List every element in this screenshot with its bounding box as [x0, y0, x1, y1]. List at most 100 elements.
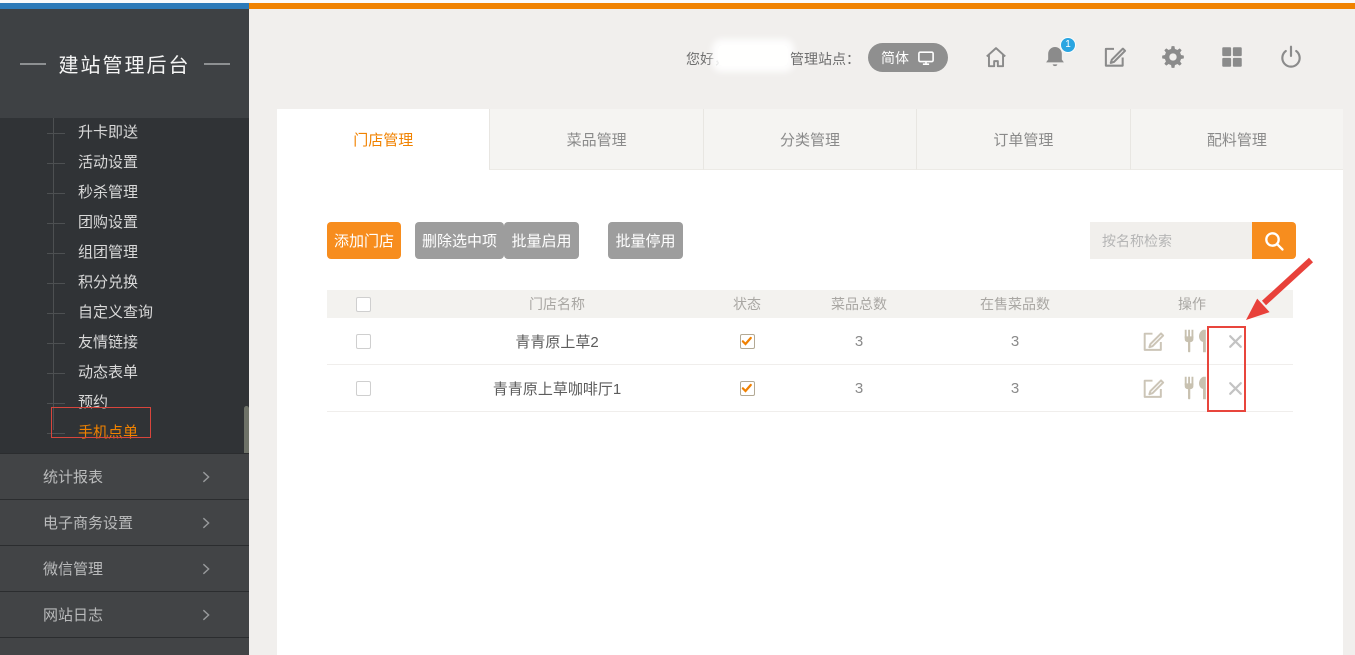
sidebar-item-card-gift[interactable]: 升卡即送	[0, 118, 249, 148]
status-checkbox[interactable]	[740, 381, 755, 396]
col-header-total: 菜品总数	[779, 294, 939, 314]
sidebar: 建站管理后台 升卡即送 活动设置 秒杀管理 团购设置 组团管理 积分兑换 自定义…	[0, 9, 249, 655]
monitor-icon	[917, 50, 935, 66]
tab-bar: 门店管理 菜品管理 分类管理 订单管理 配料管理	[277, 109, 1343, 170]
main-panel: 门店管理 菜品管理 分类管理 订单管理 配料管理 添加门店 删除选中项 批量启用…	[277, 109, 1343, 655]
magnifier-icon	[1262, 229, 1286, 253]
batch-disable-button[interactable]: 批量停用	[608, 222, 683, 259]
sidebar-item-label: 动态表单	[78, 364, 138, 381]
tab-label: 订单管理	[993, 129, 1053, 150]
sidebar-item-dynform[interactable]: 动态表单	[0, 358, 249, 388]
batch-enable-button[interactable]: 批量启用	[504, 222, 579, 259]
tab-ingredient-management[interactable]: 配料管理	[1130, 109, 1343, 170]
search-button[interactable]	[1252, 222, 1296, 259]
tab-label: 配料管理	[1207, 129, 1267, 150]
row-checkbox[interactable]	[356, 381, 371, 396]
onsale-dishes: 3	[939, 333, 1091, 350]
select-all-checkbox[interactable]	[356, 297, 371, 312]
sidebar-item-label: 组团管理	[78, 244, 138, 261]
sidebar-section-wechat[interactable]: 微信管理	[0, 546, 249, 592]
utensils-icon[interactable]	[1181, 374, 1211, 402]
sidebar-section-sitelog[interactable]: 网站日志	[0, 592, 249, 638]
tab-store-management[interactable]: 门店管理	[277, 109, 489, 170]
site-label: 管理站点：	[790, 49, 860, 69]
tab-content: 添加门店 删除选中项 批量启用 批量停用 门店名称 状态 菜品总数 在售菜品数 …	[277, 170, 1343, 655]
sidebar-section-ecommerce[interactable]: 电子商务设置	[0, 500, 249, 546]
row-checkbox[interactable]	[356, 334, 371, 349]
sidebar-item-points[interactable]: 积分兑换	[0, 268, 249, 298]
edit-icon[interactable]	[1140, 376, 1165, 401]
store-name: 青青原上草咖啡厅1	[399, 378, 715, 399]
tab-dish-management[interactable]: 菜品管理	[489, 109, 702, 170]
section-label: 统计报表	[43, 466, 103, 487]
total-dishes: 3	[779, 333, 939, 350]
sidebar-header: 建站管理后台	[0, 9, 249, 118]
delete-x-icon[interactable]	[1227, 380, 1244, 397]
delete-selected-button[interactable]: 删除选中项	[415, 222, 504, 259]
store-table: 门店名称 状态 菜品总数 在售菜品数 操作 青青原上草2 3 3	[327, 290, 1293, 412]
sidebar-item-label: 活动设置	[78, 154, 138, 171]
sidebar-submenu: 升卡即送 活动设置 秒杀管理 团购设置 组团管理 积分兑换 自定义查询 友情链接…	[0, 118, 249, 449]
sidebar-item-customquery[interactable]: 自定义查询	[0, 298, 249, 328]
title-dash-right	[204, 63, 230, 65]
tab-order-management[interactable]: 订单管理	[916, 109, 1129, 170]
status-checkbox[interactable]	[740, 334, 755, 349]
sidebar-item-label: 自定义查询	[78, 304, 153, 321]
language-switch-button[interactable]: 简体	[868, 43, 948, 72]
col-header-name: 门店名称	[399, 294, 715, 314]
language-label: 简体	[881, 48, 909, 68]
section-label: 微信管理	[43, 558, 103, 579]
tab-label: 门店管理	[353, 129, 413, 150]
sidebar-item-label: 预约	[78, 394, 108, 411]
sidebar-section-reports[interactable]: 统计报表	[0, 454, 249, 500]
add-store-button[interactable]: 添加门店	[327, 222, 401, 259]
search-input[interactable]	[1090, 222, 1252, 259]
sidebar-item-groupmgmt[interactable]: 组团管理	[0, 238, 249, 268]
sidebar-item-label: 友情链接	[78, 334, 138, 351]
sidebar-item-mobile-order[interactable]: 手机点单	[0, 418, 249, 448]
sidebar-item-label: 手机点单	[78, 424, 138, 441]
section-label: 网站日志	[43, 604, 103, 625]
tab-category-management[interactable]: 分类管理	[703, 109, 916, 170]
bell-icon[interactable]: 1	[1040, 42, 1070, 72]
home-icon[interactable]	[981, 42, 1011, 72]
sidebar-item-seckill[interactable]: 秒杀管理	[0, 178, 249, 208]
chevron-right-icon	[199, 516, 213, 530]
sidebar-item-groupbuy[interactable]: 团购设置	[0, 208, 249, 238]
grid-icon[interactable]	[1217, 42, 1247, 72]
col-header-ops: 操作	[1091, 294, 1293, 314]
redacted-username	[718, 45, 788, 66]
compose-icon[interactable]	[1099, 42, 1129, 72]
total-dishes: 3	[779, 380, 939, 397]
power-icon[interactable]	[1276, 42, 1306, 72]
app-title: 建站管理后台	[59, 49, 191, 78]
sidebar-item-booking[interactable]: 预约	[0, 388, 249, 418]
section-label: 电子商务设置	[43, 512, 133, 533]
tab-label: 菜品管理	[567, 129, 627, 150]
title-dash-left	[20, 63, 46, 65]
sidebar-item-label: 团购设置	[78, 214, 138, 231]
notification-badge: 1	[1060, 37, 1076, 53]
table-row: 青青原上草咖啡厅1 3 3	[327, 365, 1293, 412]
utensils-icon[interactable]	[1181, 327, 1211, 355]
store-name: 青青原上草2	[399, 331, 715, 352]
sidebar-item-label: 秒杀管理	[78, 184, 138, 201]
sidebar-sections: 统计报表 电子商务设置 微信管理 网站日志	[0, 453, 249, 655]
chevron-right-icon	[199, 608, 213, 622]
col-header-status: 状态	[715, 294, 779, 314]
table-row: 青青原上草2 3 3	[327, 318, 1293, 365]
sidebar-item-label: 升卡即送	[78, 124, 138, 141]
edit-icon[interactable]	[1140, 329, 1165, 354]
gear-icon[interactable]	[1158, 42, 1188, 72]
delete-x-icon[interactable]	[1227, 333, 1244, 350]
sidebar-item-activity[interactable]: 活动设置	[0, 148, 249, 178]
onsale-dishes: 3	[939, 380, 1091, 397]
tab-label: 分类管理	[780, 129, 840, 150]
chevron-right-icon	[199, 562, 213, 576]
sidebar-item-label: 积分兑换	[78, 274, 138, 291]
col-header-onsale: 在售菜品数	[939, 294, 1091, 314]
chevron-right-icon	[199, 470, 213, 484]
sidebar-item-links[interactable]: 友情链接	[0, 328, 249, 358]
table-header-row: 门店名称 状态 菜品总数 在售菜品数 操作	[327, 290, 1293, 318]
content-accent-bar	[249, 3, 1355, 9]
